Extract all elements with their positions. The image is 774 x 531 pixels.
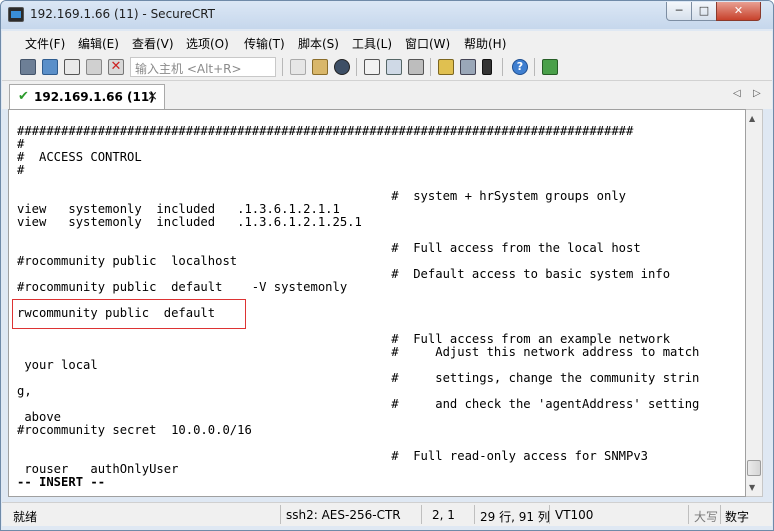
menu-view[interactable]: 查看(V)	[132, 35, 174, 52]
keymap-icon[interactable]	[482, 59, 492, 75]
global-options-icon[interactable]	[460, 59, 476, 75]
connected-check-icon: ✔	[18, 89, 29, 104]
vim-insert-mode-indicator: -- INSERT --	[17, 475, 106, 489]
menu-script[interactable]: 脚本(S)	[298, 35, 339, 52]
toolbar-separator	[356, 58, 357, 76]
print-icon[interactable]	[364, 59, 380, 75]
session-tab-bar: ✔ 192.169.1.66 (11) × ◁ ▷	[2, 81, 772, 109]
terminal-line: #	[17, 163, 25, 177]
copy-icon[interactable]	[290, 59, 306, 75]
menu-file[interactable]: 文件(F)	[25, 35, 65, 52]
terminal-line: #rocommunity secret 10.0.0.0/16	[17, 423, 252, 437]
tab-prev-icon[interactable]: ◁	[733, 88, 741, 99]
host-input[interactable]: 输入主机 <Alt+R>	[130, 57, 276, 77]
quick-connect-icon[interactable]	[42, 59, 58, 75]
menu-options[interactable]: 选项(O)	[186, 35, 229, 52]
menu-help[interactable]: 帮助(H)	[464, 35, 506, 52]
terminal-line: # Adjust this network address to match	[17, 345, 700, 359]
menu-tools[interactable]: 工具(L)	[352, 35, 392, 52]
terminal-line: view systemonly included .1.3.6.1.2.1.25…	[17, 215, 362, 229]
status-divider	[474, 505, 475, 524]
scrollbar-thumb[interactable]	[747, 460, 761, 476]
find-icon[interactable]	[334, 59, 350, 75]
toolbar-separator	[534, 58, 535, 76]
status-cipher: ssh2: AES-256-CTR	[286, 508, 401, 522]
printer-icon[interactable]	[408, 59, 424, 75]
terminal-line: # and check the 'agentAddress' setting	[17, 397, 700, 411]
menu-edit[interactable]: 编辑(E)	[78, 35, 119, 52]
minimize-button[interactable]: ─	[666, 2, 692, 21]
app-icon	[8, 7, 24, 22]
terminal-line: # settings, change the community strin	[17, 371, 700, 385]
session-options-icon[interactable]	[438, 59, 454, 75]
help-icon[interactable]: ?	[512, 59, 528, 75]
status-divider	[280, 505, 281, 524]
terminal-screen[interactable]: ########################################…	[8, 109, 746, 497]
status-divider	[549, 505, 550, 524]
tab-close-icon[interactable]: ×	[147, 89, 158, 104]
connect-icon[interactable]	[20, 59, 36, 75]
status-bar: 就绪 ssh2: AES-256-CTR 2, 1 29 行, 91 列 VT1…	[2, 502, 772, 526]
close-button[interactable]: ✕	[716, 2, 761, 21]
window-title: 192.169.1.66 (11) - SecureCRT	[30, 7, 215, 21]
status-caps-lock: 大写	[694, 510, 719, 524]
status-divider	[720, 505, 721, 524]
status-emulation: VT100	[555, 508, 594, 522]
scroll-down-icon[interactable]: ▼	[749, 483, 755, 492]
securecrt-window: 192.169.1.66 (11) - SecureCRT ─ □ ✕ 文件(F…	[0, 0, 774, 531]
disconnect-icon[interactable]: ✕	[108, 59, 124, 75]
menu-transfer[interactable]: 传输(T)	[244, 35, 285, 52]
tab-next-icon[interactable]: ▷	[753, 88, 761, 99]
toolbar: ✕ 输入主机 <Alt+R> ?	[2, 53, 772, 81]
vertical-scrollbar[interactable]: ▲ ▼	[746, 109, 763, 497]
terminal-line: #rocommunity public default -V systemonl…	[17, 280, 348, 294]
highlight-annotation-box	[12, 299, 246, 329]
scroll-up-icon[interactable]: ▲	[749, 114, 755, 123]
status-rows-cols: 29 行, 91 列	[480, 510, 550, 524]
status-ready: 就绪	[13, 510, 38, 524]
sftp-icon[interactable]	[542, 59, 558, 75]
connect-tab-icon[interactable]	[64, 59, 80, 75]
menu-window[interactable]: 窗口(W)	[405, 35, 450, 52]
toolbar-separator	[430, 58, 431, 76]
menu-bar: 文件(F) 编辑(E) 查看(V) 选项(O) 传输(T) 脚本(S) 工具(L…	[2, 31, 772, 53]
maximize-button[interactable]: □	[691, 2, 717, 21]
reconnect-icon[interactable]	[86, 59, 102, 75]
terminal-line: # ACCESS CONTROL	[17, 150, 142, 164]
print-screen-icon[interactable]	[386, 59, 402, 75]
terminal-line: ########################################…	[17, 124, 634, 138]
toolbar-separator	[502, 58, 503, 76]
tab-label: 192.169.1.66 (11)	[34, 90, 155, 104]
paste-icon[interactable]	[312, 59, 328, 75]
status-divider	[688, 505, 689, 524]
status-cursor-position: 2, 1	[432, 508, 455, 522]
tab-session[interactable]: ✔ 192.169.1.66 (11) ×	[9, 84, 165, 109]
status-num-lock: 数字	[725, 510, 750, 524]
title-bar[interactable]: 192.169.1.66 (11) - SecureCRT ─ □ ✕	[1, 1, 773, 29]
status-divider	[421, 505, 422, 524]
toolbar-separator	[282, 58, 283, 76]
